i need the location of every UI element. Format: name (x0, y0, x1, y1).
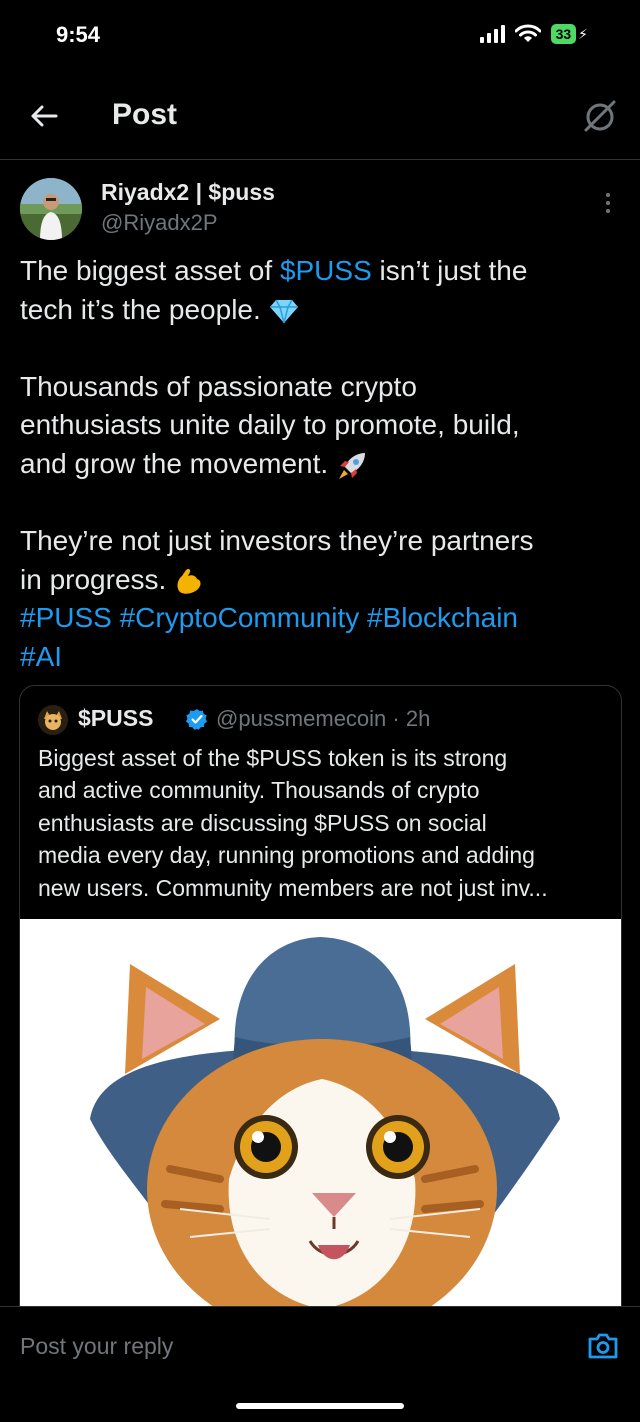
rocket-emoji-icon (338, 452, 365, 479)
post-body: The biggest asset of $PUSS isn’t just th… (20, 252, 620, 677)
quoted-line: Biggest asset of the $PUSS token is its … (38, 745, 508, 771)
reply-input[interactable] (20, 1333, 520, 1360)
post-text-segment: tech it’s the people. (20, 293, 269, 325)
arrow-left-icon (31, 105, 58, 127)
back-button[interactable] (22, 96, 66, 136)
grok-button[interactable] (578, 94, 622, 138)
reply-bar (0, 1306, 640, 1422)
post-text-segment: in progress. (20, 563, 175, 595)
camera-icon (588, 1333, 618, 1359)
quoted-line: enthusiasts are discussing $PUSS on soci… (38, 809, 487, 836)
grok-icon (584, 100, 616, 132)
quoted-media-image[interactable] (20, 919, 621, 1344)
post-blank-line (20, 329, 620, 368)
quoted-avatar[interactable] (38, 705, 68, 735)
hashtags-line: #PUSS #CryptoCommunity #Blockchain (20, 602, 518, 634)
post-line: Thousands of passionate crypto (20, 370, 417, 402)
post-text-segment: isn’t just the (371, 255, 528, 286)
post-line: in progress. (20, 561, 620, 600)
quoted-post[interactable]: $PUSS @pussmemecoin · 2h Biggest asset o… (19, 685, 622, 1345)
wifi-icon (514, 24, 541, 42)
page-title: Post (112, 98, 178, 131)
quoted-line: and active community. Thousands of crypt… (38, 777, 480, 804)
post-text-segment: and grow the movement. (20, 447, 336, 479)
quoted-display-name[interactable]: $PUSS (78, 705, 153, 732)
post-line: The biggest asset of $PUSS isn’t just th… (20, 252, 620, 291)
home-indicator (236, 1403, 404, 1409)
post-line: tech it’s the people. (20, 291, 620, 330)
avatar[interactable] (20, 178, 82, 240)
quoted-line: media every day, running promotions and … (38, 842, 535, 869)
verified-badge-icon (186, 709, 207, 730)
status-time: 9:54 (56, 22, 101, 47)
hashtags-line: #AI (20, 640, 63, 672)
flexed-biceps-emoji-icon (177, 569, 201, 595)
camera-button[interactable] (586, 1329, 620, 1363)
quoted-body: Biggest asset of the $PUSS token is its … (38, 742, 608, 904)
signal-icon (479, 25, 505, 43)
author-handle[interactable]: @Riyadx2P (101, 210, 218, 236)
status-indicators: 33 ⚡ (479, 24, 588, 44)
post-blank-line (20, 484, 620, 523)
more-vertical-icon (606, 193, 610, 197)
post-text-segment: The biggest asset of (20, 255, 280, 286)
quoted-handle-time: @pussmemecoin · 2h (216, 706, 431, 731)
quoted-line: new users. Community members are not jus… (38, 874, 548, 901)
cat-in-hat-image (20, 919, 621, 1344)
cashtag-link[interactable]: $PUSS (280, 255, 372, 286)
status-bar: 9:54 33 ⚡ (0, 0, 640, 72)
top-app-bar: Post (0, 72, 640, 160)
charging-bolt-icon: ⚡ (578, 25, 588, 42)
post-line: They’re not just investors they’re partn… (20, 525, 534, 557)
author-display-name[interactable]: Riyadx2 | $puss (101, 179, 275, 206)
post-line: enthusiasts unite daily to promote, buil… (20, 409, 520, 441)
more-options-button[interactable] (596, 188, 620, 218)
gem-emoji-icon (269, 299, 298, 324)
post-line: and grow the movement. (20, 445, 620, 484)
battery-level: 33 (550, 24, 577, 44)
battery-icon: 33 ⚡ (550, 24, 588, 44)
